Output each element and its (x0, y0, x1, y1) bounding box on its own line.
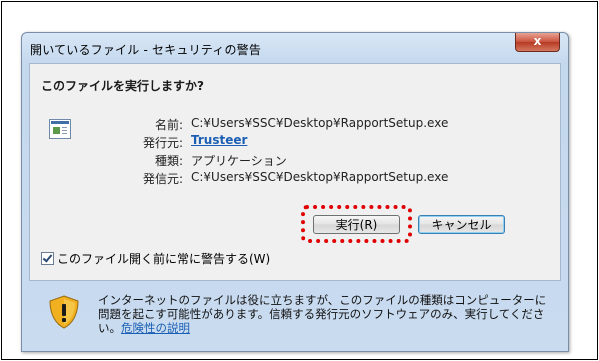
warning-footer: インターネットのファイルは役に立ちますが、このファイルの種類はコンピューターに問… (29, 283, 559, 343)
publisher-label: 発行元: (142, 136, 183, 150)
name-value: C:¥Users¥SSC¥Desktop¥RapportSetup.exe (191, 116, 449, 130)
run-question: このファイルを実行しますか? (41, 79, 204, 93)
from-value: C:¥Users¥SSC¥Desktop¥RapportSetup.exe (191, 170, 449, 184)
security-warning-dialog: 開いているファイル - セキュリティの警告 x このファイルを実行しますか? 名… (21, 32, 569, 352)
run-button-highlight (301, 205, 412, 243)
publisher-link[interactable]: Trusteer (191, 133, 247, 147)
always-warn-label: このファイル開く前に常に警告する(W) (57, 252, 271, 266)
type-label: 種類: (154, 154, 183, 168)
warning-message: インターネットのファイルは役に立ちますが、このファイルの種類はコンピューターに問… (98, 293, 556, 335)
from-label: 発信元: (142, 172, 183, 186)
application-file-icon (49, 119, 71, 139)
name-label: 名前: (154, 118, 183, 132)
screenshot-frame: 開いているファイル - セキュリティの警告 x このファイルを実行しますか? 名… (1, 1, 598, 360)
type-value: アプリケーション (191, 154, 287, 168)
window-title: 開いているファイル - セキュリティの警告 (30, 43, 262, 57)
close-icon: x (533, 34, 542, 48)
title-bar: 開いているファイル - セキュリティの警告 x (22, 33, 568, 63)
cancel-button[interactable]: キャンセル (418, 215, 505, 234)
dialog-content: このファイルを実行しますか? 名前: C:¥Users¥SSC¥Desktop¥… (29, 63, 561, 281)
close-button[interactable]: x (515, 33, 560, 52)
shield-warning-icon (49, 295, 79, 329)
always-warn-checkbox[interactable]: このファイル開く前に常に警告する(W) (41, 250, 270, 267)
risk-explanation-link[interactable]: 危険性の説明 (121, 321, 190, 335)
checkbox-checked-icon[interactable] (41, 252, 54, 265)
